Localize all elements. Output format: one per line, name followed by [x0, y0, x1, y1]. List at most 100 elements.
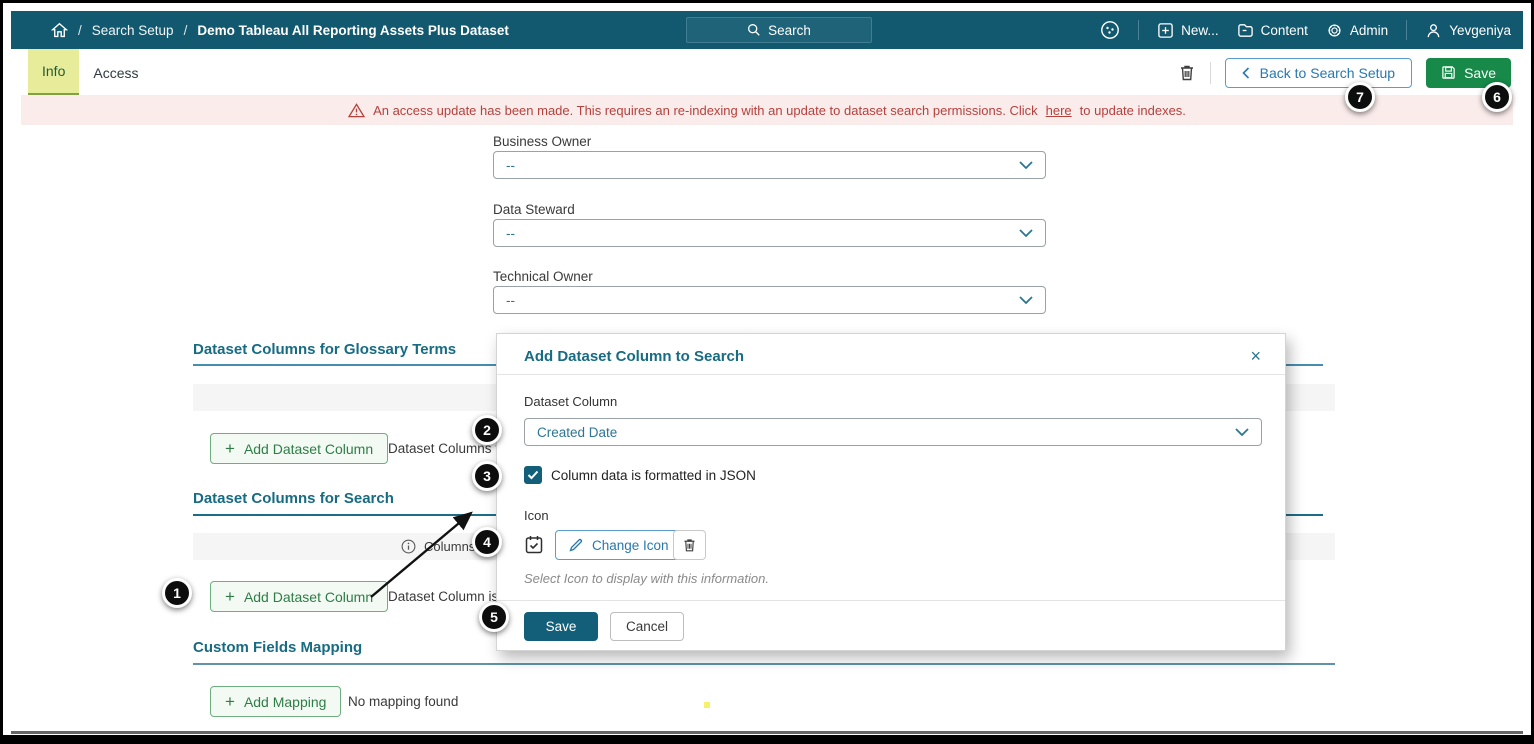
breadcrumb-section[interactable]: Search Setup [92, 23, 174, 38]
add-dataset-column-label: Add Dataset Column [244, 441, 373, 457]
tab-info[interactable]: Info [28, 49, 79, 96]
modal-divider [497, 600, 1285, 601]
custom-mapping-section-title: Custom Fields Mapping [193, 639, 362, 656]
dataset-column-value: Created Date [537, 425, 617, 440]
search-icon [747, 23, 761, 37]
add-mapping-button[interactable]: + Add Mapping [210, 686, 341, 717]
technical-owner-select[interactable]: -- [493, 286, 1046, 314]
technical-owner-value: -- [506, 293, 515, 308]
add-dataset-column-glossary-button[interactable]: + Add Dataset Column [210, 433, 388, 464]
content-folder-icon [1237, 22, 1254, 39]
no-mapping-found-text: No mapping found [348, 694, 458, 709]
admin-menu-label: Admin [1350, 23, 1388, 38]
plus-icon: + [225, 588, 235, 605]
data-steward-label: Data Steward [493, 202, 575, 217]
chevron-down-icon [1235, 428, 1249, 436]
content-menu-item[interactable]: Content [1237, 22, 1308, 39]
cursor-highlight-mark [704, 702, 710, 708]
save-button-label: Save [1464, 65, 1496, 81]
reindex-alert-banner: An access update has been made. This req… [21, 95, 1513, 125]
page-toolbar: Info Access Back to Search Setup Save [11, 49, 1523, 96]
chevron-down-icon [1019, 161, 1033, 169]
annotation-arrow [361, 501, 486, 606]
icon-section-label: Icon [524, 508, 549, 523]
add-dataset-column-modal: Add Dataset Column to Search × Dataset C… [496, 333, 1286, 651]
breadcrumb-separator: / [184, 23, 188, 38]
trash-icon [682, 537, 697, 553]
annotation-badge-7: 7 [1345, 82, 1375, 112]
annotation-badge-4: 4 [472, 527, 502, 557]
business-owner-label: Business Owner [493, 134, 591, 149]
add-mapping-label: Add Mapping [244, 694, 327, 710]
screenshot-border [3, 735, 1531, 741]
annotation-badge-1: 1 [162, 578, 192, 608]
user-menu-label: Yevgeniya [1449, 23, 1511, 38]
annotation-badge-6: 6 [1482, 82, 1512, 112]
business-owner-select[interactable]: -- [493, 151, 1046, 179]
global-search-box[interactable]: Search [686, 17, 872, 43]
plus-icon: + [225, 693, 235, 710]
annotation-badge-5: 5 [479, 602, 509, 632]
modal-divider [497, 374, 1285, 375]
chevron-down-icon [1019, 229, 1033, 237]
app-window: / Search Setup / Demo Tableau All Report… [0, 0, 1534, 744]
chevron-left-icon [1242, 67, 1250, 79]
gear-icon [1326, 22, 1343, 39]
dataset-column-select[interactable]: Created Date [524, 418, 1262, 446]
breadcrumb-separator: / [78, 23, 82, 38]
chevron-down-icon [1019, 296, 1033, 304]
new-menu-label: New... [1181, 23, 1219, 38]
change-icon-label: Change Icon [592, 538, 669, 553]
navbar-divider [1406, 20, 1407, 40]
content-menu-label: Content [1261, 23, 1308, 38]
tab-info-label: Info [42, 63, 65, 79]
check-icon [527, 470, 539, 480]
plus-icon: + [225, 440, 235, 457]
floppy-save-icon [1441, 65, 1456, 80]
admin-menu-item[interactable]: Admin [1326, 22, 1388, 39]
page-bottom-rule [11, 731, 1523, 734]
user-person-icon [1425, 22, 1442, 39]
calendar-check-icon [524, 534, 544, 555]
update-indexes-link[interactable]: here [1046, 103, 1072, 118]
global-search-label: Search [768, 23, 811, 38]
home-icon[interactable] [51, 22, 68, 39]
delete-dataset-button[interactable] [1178, 63, 1196, 82]
trash-icon [1178, 63, 1196, 82]
json-format-checkbox-label[interactable]: Column data is formatted in JSON [551, 468, 756, 483]
icon-help-text: Select Icon to display with this informa… [524, 571, 769, 586]
change-icon-button[interactable]: Change Icon [555, 530, 683, 560]
remove-icon-button[interactable] [673, 530, 706, 560]
alert-text: An access update has been made. This req… [373, 103, 1038, 118]
json-format-checkbox[interactable] [524, 466, 542, 484]
breadcrumb-page-title: Demo Tableau All Reporting Assets Plus D… [197, 23, 509, 38]
glossary-section-title: Dataset Columns for Glossary Terms [193, 341, 456, 358]
annotation-badge-3: 3 [472, 461, 502, 491]
data-steward-select[interactable]: -- [493, 219, 1046, 247]
business-owner-value: -- [506, 158, 515, 173]
tab-access-label: Access [93, 65, 138, 81]
modal-title: Add Dataset Column to Search [524, 348, 744, 365]
back-to-search-setup-button[interactable]: Back to Search Setup [1225, 58, 1412, 88]
new-plus-square-icon [1157, 22, 1174, 39]
navbar-divider [1138, 20, 1139, 40]
close-icon[interactable]: × [1250, 346, 1261, 367]
data-steward-value: -- [506, 226, 515, 241]
new-menu-item[interactable]: New... [1157, 22, 1219, 39]
modal-save-button[interactable]: Save [524, 612, 598, 641]
technical-owner-label: Technical Owner [493, 269, 593, 284]
modal-cancel-button[interactable]: Cancel [610, 612, 684, 641]
user-menu-item[interactable]: Yevgeniya [1425, 22, 1511, 39]
tab-access[interactable]: Access [79, 49, 152, 96]
section-rule [193, 663, 1335, 665]
add-dataset-column-label: Add Dataset Column [244, 589, 373, 605]
pencil-icon [569, 538, 583, 552]
status-circle-icon[interactable] [1100, 20, 1120, 40]
back-button-label: Back to Search Setup [1260, 65, 1395, 81]
navbar-right-menu: New... Content Admin Yevgeniya [1100, 20, 1511, 40]
dataset-column-label: Dataset Column [524, 394, 617, 409]
warning-triangle-icon [348, 103, 365, 118]
top-navbar: / Search Setup / Demo Tableau All Report… [11, 11, 1523, 49]
annotation-badge-2: 2 [472, 415, 502, 445]
toolbar-divider [1210, 62, 1211, 84]
